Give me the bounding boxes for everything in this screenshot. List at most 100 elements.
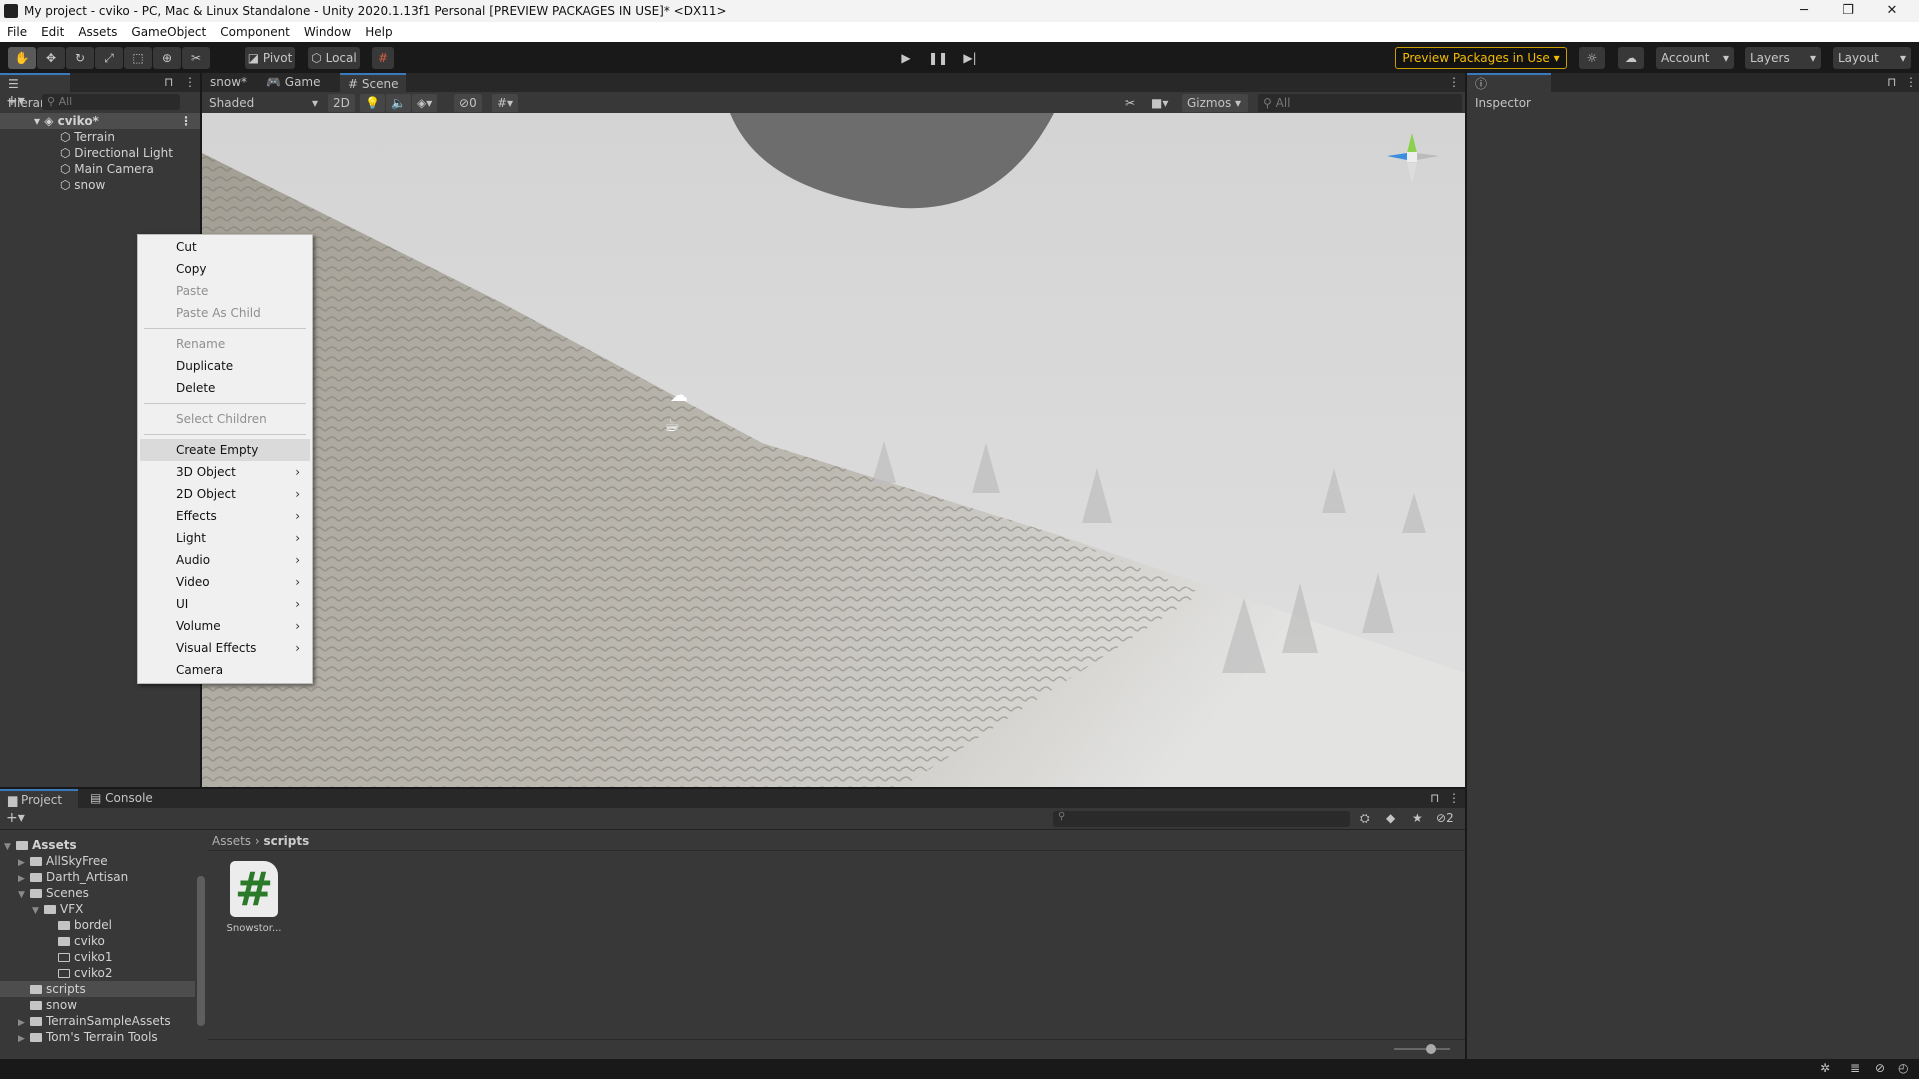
project-search-input[interactable]: ⚲ (1053, 811, 1350, 827)
hidden-packages-toggle[interactable]: ⊘2 (1436, 811, 1454, 825)
progress-icon[interactable]: ◴ (1898, 1061, 1908, 1075)
menu-gameobject[interactable]: GameObject (124, 22, 213, 42)
menu-item-copy[interactable]: Copy (140, 258, 310, 280)
menu-item-visual-effects[interactable]: Visual Effects › (140, 637, 310, 659)
folder-allskyfree[interactable]: ▶ AllSkyFree (0, 853, 195, 869)
menu-item-video[interactable]: Video › (140, 571, 310, 593)
rotate-tool-icon[interactable]: ↻ (66, 47, 94, 69)
filter-type-icon[interactable]: ⛭ (1360, 811, 1370, 826)
add-button[interactable]: +▾ (6, 810, 25, 826)
menu-window[interactable]: Window (297, 22, 358, 42)
layers-dropdown[interactable]: Layers ▾ (1745, 47, 1821, 69)
transform-tool-icon[interactable]: ⊕ (153, 47, 181, 69)
scene-viewport[interactable]: ☁ ☕ (202, 113, 1465, 787)
folder-snow[interactable]: snow (0, 997, 195, 1013)
breadcrumb-assets[interactable]: Assets (212, 834, 251, 848)
tab-console[interactable]: ▤ Console (82, 789, 161, 808)
rect-tool-icon[interactable]: ⬚ (124, 47, 152, 69)
local-button[interactable]: ⬡ Local (308, 47, 360, 69)
scene-row[interactable]: ▾ ◈ cviko* ⋮ (0, 113, 200, 129)
services-icon[interactable]: ☼ (1579, 47, 1605, 69)
effects-icon[interactable]: ◈▾ (412, 94, 438, 112)
menu-assets[interactable]: Assets (71, 22, 124, 42)
folder-bordel[interactable]: bordel (0, 917, 195, 933)
menu-item-ui[interactable]: UI › (140, 593, 310, 615)
tree-scrollbar[interactable] (195, 831, 207, 1049)
tab-hierarchy[interactable]: ☰ Hierarchy (0, 73, 70, 110)
menu-item-delete[interactable]: Delete (140, 377, 310, 399)
scale-tool-icon[interactable]: ⤢ (95, 47, 123, 69)
hierarchy-item[interactable]: ⬡ Main Camera (0, 161, 200, 177)
lock-icon[interactable]: ⊓ (164, 75, 173, 89)
menu-item-paste[interactable]: Paste (140, 280, 310, 302)
audio-icon[interactable]: 🔈 (386, 94, 411, 112)
folder-scripts[interactable]: scripts (0, 981, 195, 997)
menu-item-create-empty[interactable]: Create Empty (140, 439, 310, 461)
2d-toggle[interactable]: 2D (328, 94, 355, 112)
more-menu-icon[interactable]: ⋮ (1448, 75, 1460, 89)
hierarchy-item[interactable]: ⬡ snow (0, 177, 200, 193)
move-tool-icon[interactable]: ✥ (37, 47, 65, 69)
hierarchy-search-input[interactable]: ⚲ All (42, 94, 180, 110)
shading-dropdown[interactable]: Shaded ▾ (204, 94, 322, 112)
favorite-icon[interactable]: ★ (1412, 811, 1423, 825)
hidden-objects-toggle[interactable]: ⊘0 (454, 94, 482, 112)
tab-inspector[interactable]: ⓘ Inspector (1467, 73, 1551, 110)
step-button[interactable]: ▶| (958, 47, 982, 69)
hierarchy-item[interactable]: ⬡ Terrain (0, 129, 200, 145)
custom-tool-icon[interactable]: ✂ (182, 47, 210, 69)
tab-scene[interactable]: # Scene (340, 73, 407, 92)
pivot-button[interactable]: ◪ Pivot (245, 47, 295, 69)
expand-arrow-icon[interactable]: ▶ (18, 1031, 30, 1047)
breadcrumb-scripts[interactable]: scripts (264, 834, 310, 848)
add-button[interactable]: +▾ (6, 93, 25, 109)
menu-item-audio[interactable]: Audio › (140, 549, 310, 571)
menu-item-light[interactable]: Light › (140, 527, 310, 549)
more-menu-icon[interactable]: ⋮ (184, 75, 196, 89)
icon-size-slider[interactable] (1394, 1048, 1450, 1050)
gizmos-dropdown[interactable]: Gizmos ▾ (1182, 94, 1248, 112)
layers-icon[interactable]: ≣ (1850, 1061, 1860, 1075)
orientation-gizmo[interactable] (1377, 128, 1447, 188)
menu-item-rename[interactable]: Rename (140, 333, 310, 355)
grid-snap-icon[interactable]: # (372, 47, 394, 69)
debug-icon[interactable]: ✲ (1820, 1061, 1830, 1075)
folder-cviko1[interactable]: cviko1 (0, 949, 195, 965)
close-button[interactable]: ✕ (1870, 0, 1914, 22)
menu-item-paste-as-child[interactable]: Paste As Child (140, 302, 310, 324)
maximize-button[interactable]: ❐ (1826, 0, 1870, 22)
scene-search-input[interactable]: ⚲ All (1258, 94, 1462, 112)
folder-tom-s-terrain-tools[interactable]: ▶ Tom's Terrain Tools (0, 1029, 195, 1045)
menu-help[interactable]: Help (358, 22, 399, 42)
menu-item-effects[interactable]: Effects › (140, 505, 310, 527)
tools-icon[interactable]: ✂ (1120, 94, 1140, 112)
hand-tool-icon[interactable]: ✋ (8, 47, 36, 69)
preview-packages-button[interactable]: Preview Packages in Use ▾ (1395, 47, 1567, 69)
folder-cviko2[interactable]: cviko2 (0, 965, 195, 981)
menu-item-duplicate[interactable]: Duplicate (140, 355, 310, 377)
lock-icon[interactable]: ⊓ (1887, 75, 1896, 89)
folder-cviko[interactable]: cviko (0, 933, 195, 949)
tab-game[interactable]: 🎮 Game (258, 73, 329, 92)
folder-vfx[interactable]: ▼ VFX (0, 901, 195, 917)
menu-item-cut[interactable]: Cut (140, 236, 310, 258)
menu-item-select-children[interactable]: Select Children (140, 408, 310, 430)
cloud-icon[interactable]: ☁ (1618, 47, 1644, 69)
camera-icon[interactable]: ■▾ (1146, 94, 1173, 112)
folder-darth-artisan[interactable]: ▶ Darth_Artisan (0, 869, 195, 885)
menu-component[interactable]: Component (213, 22, 297, 42)
account-dropdown[interactable]: Account ▾ (1656, 47, 1734, 69)
menu-file[interactable]: File (0, 22, 34, 42)
filter-label-icon[interactable]: ◆ (1386, 811, 1395, 825)
folder-scenes[interactable]: ▼ Scenes (0, 885, 195, 901)
layout-dropdown[interactable]: Layout ▾ (1833, 47, 1911, 69)
lock-icon[interactable]: ⊓ (1430, 791, 1439, 805)
menu-item-camera[interactable]: Camera (140, 659, 310, 681)
cache-icon[interactable]: ⊘ (1875, 1061, 1885, 1075)
pause-button[interactable]: ❚❚ (926, 47, 950, 69)
tab-project[interactable]: ▆ Project (0, 789, 78, 808)
hierarchy-item[interactable]: ⬡ Directional Light (0, 145, 200, 161)
slider-handle[interactable] (1426, 1044, 1436, 1054)
grid-icon[interactable]: #▾ (492, 94, 519, 112)
folder-assets[interactable]: ▼ Assets (0, 837, 195, 853)
